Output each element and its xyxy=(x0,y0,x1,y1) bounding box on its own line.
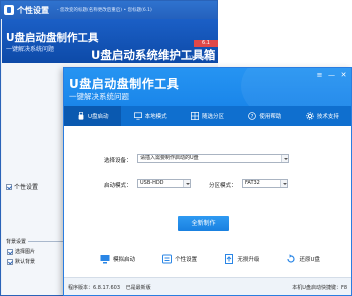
personalize-checkbox-label: 个性设置 xyxy=(14,184,39,191)
tab-support-label: 技术支持 xyxy=(316,114,339,120)
personalize-checkbox[interactable] xyxy=(6,183,12,190)
default-background-option[interactable]: 默认背景 xyxy=(7,258,35,265)
monitor-icon xyxy=(133,112,142,120)
app-icon xyxy=(4,5,14,15)
personalize-label: 个性设置 xyxy=(175,257,198,263)
personalize-icon xyxy=(162,254,173,264)
tab-usb-boot-label: U盘启动 xyxy=(87,114,109,120)
start-make-button[interactable]: 全新制作 xyxy=(178,216,229,231)
tab-local-mode[interactable]: 本地模式 xyxy=(121,106,178,126)
partition-icon xyxy=(191,112,199,120)
boot-mode-label: 启动模式： xyxy=(104,183,132,189)
partition-mode-label: 分区模式： xyxy=(209,183,237,189)
close-icon[interactable]: ✕ xyxy=(339,71,348,79)
latest-version-note: 已是最新版 xyxy=(125,285,151,291)
usb-icon xyxy=(78,112,84,120)
device-label: 选择设备： xyxy=(104,158,132,164)
default-background-checkbox[interactable] xyxy=(7,258,13,265)
restore-usb-label: 还原U盘 xyxy=(299,257,320,263)
device-select-value: 请插入需要制作启动的U盘 xyxy=(140,155,199,161)
main-window: U盘启动盘制作工具 一键解决系统问题 ≡ — ✕ U盘启动 本地模式 随选分区 … xyxy=(63,67,352,296)
back-logo-slogan: 一键解决系统问题 xyxy=(6,46,55,53)
main-nav: U盘启动 本地模式 随选分区 ? 使用帮助 技术支持 xyxy=(64,106,351,126)
personalize-titlebar[interactable]: 个性设置 - 您改变的标题(名称更改后重启) • 您标题(6.1) xyxy=(1,1,217,19)
select-image-label: 选择图片 xyxy=(15,249,36,255)
personalize-button[interactable]: 个性设置 xyxy=(162,251,197,267)
status-version: 程序版本：6.8.17.603 已是最新版 xyxy=(68,284,151,291)
status-bar: 程序版本：6.8.17.603 已是最新版 本机U盘启动快捷键：F8 xyxy=(64,277,351,295)
svg-text:?: ? xyxy=(251,114,254,120)
program-version: 程序版本：6.8.17.603 xyxy=(68,285,121,291)
simulate-boot-label: 模拟启动 xyxy=(113,257,136,263)
default-background-label: 默认背景 xyxy=(15,259,36,265)
background-settings-label: 背景设置 xyxy=(6,238,29,245)
partition-mode-select[interactable]: FAT32 xyxy=(242,179,288,188)
upgrade-button[interactable]: 无损升级 xyxy=(224,251,259,267)
main-logo-title: U盘启动盘制作工具 xyxy=(69,77,180,91)
chevron-down-icon xyxy=(280,180,287,187)
tab-help-label: 使用帮助 xyxy=(259,114,282,120)
chevron-down-icon xyxy=(281,155,288,162)
tab-local-mode-label: 本地模式 xyxy=(144,114,167,120)
partition-mode-value: FAT32 xyxy=(245,180,260,186)
back-logo-title: U盘启动盘制作工具 xyxy=(6,32,99,44)
menu-icon[interactable]: ≡ xyxy=(315,71,324,79)
version-badge: 6.1 xyxy=(194,40,218,47)
select-image-option[interactable]: 选择图片 xyxy=(7,248,35,255)
tab-usb-boot[interactable]: U盘启动 xyxy=(64,106,122,126)
banner-date: 2017年8月版 xyxy=(186,55,211,60)
tab-partition[interactable]: 随选分区 xyxy=(179,106,236,126)
upgrade-label: 无损升级 xyxy=(237,257,260,263)
chevron-down-icon xyxy=(183,180,190,187)
personalize-window-title: 个性设置 xyxy=(17,5,49,15)
boot-mode-select[interactable]: USB-HDD xyxy=(137,179,191,188)
simulate-boot-icon xyxy=(100,255,110,264)
main-header[interactable]: U盘启动盘制作工具 一键解决系统问题 ≡ — ✕ xyxy=(64,68,351,106)
personalize-window-subtitle: - 您改变的标题(名称更改后重启) • 您标题(6.1) xyxy=(57,8,152,13)
help-icon: ? xyxy=(248,112,257,120)
minimize-icon[interactable]: — xyxy=(327,71,336,79)
upgrade-icon xyxy=(225,254,234,264)
tab-partition-label: 随选分区 xyxy=(202,114,225,120)
boot-shortcut-hint: 本机U盘启动快捷键：F8 xyxy=(292,285,347,291)
background-settings-group: 背景设置 选择图片 默认背景 xyxy=(6,238,66,293)
tab-help[interactable]: ? 使用帮助 xyxy=(236,106,293,126)
settings-icon xyxy=(306,112,314,120)
restore-usb-button[interactable]: 还原U盘 xyxy=(286,251,320,267)
select-image-checkbox[interactable] xyxy=(7,248,13,255)
simulate-boot-button[interactable]: 模拟启动 xyxy=(100,251,135,267)
restore-usb-icon xyxy=(287,254,296,263)
tool-row: 模拟启动 个性设置 无损升级 还原U盘 xyxy=(100,251,320,267)
personalize-checkbox-row[interactable]: 个性设置 xyxy=(6,182,38,191)
device-select[interactable]: 请插入需要制作启动的U盘 xyxy=(137,154,289,163)
main-logo-slogan: 一键解决系统问题 xyxy=(69,92,129,101)
tab-support[interactable]: 技术支持 xyxy=(294,106,351,126)
boot-mode-value: USB-HDD xyxy=(140,180,164,186)
personalize-banner: U盘启动盘制作工具 一键解决系统问题 U盘启动系统维护工具箱 6.1 2017年… xyxy=(2,19,218,63)
